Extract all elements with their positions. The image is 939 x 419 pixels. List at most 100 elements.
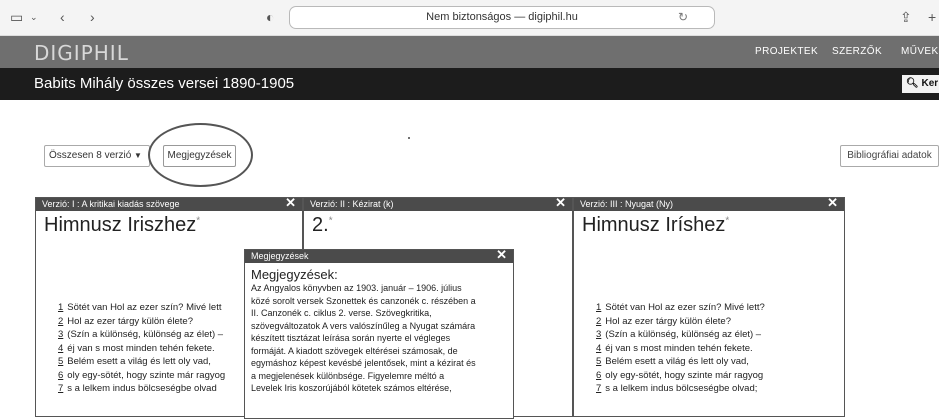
search-button[interactable]: 🔍︎ Ker <box>902 75 939 93</box>
poem-line: 7 s a lelkem indus bölcseségbe olvad; <box>596 382 765 396</box>
page-title: Babits Mihály összes versei 1890-1905 <box>34 75 295 92</box>
notes-body: Az Angyalos könyvben az 1903. január – 1… <box>245 282 513 395</box>
popup-header: Megjegyzések ✕ <box>245 248 513 263</box>
panel-header-label: Verzió: II : Kézirat (k) <box>310 199 394 209</box>
versions-select[interactable]: Összesen 8 verzió ▼ <box>44 145 150 167</box>
title-bar: Babits Mihály összes versei 1890-1905 🔍︎… <box>0 68 939 100</box>
bibliography-button[interactable]: Bibliográfiai adatok <box>840 145 939 167</box>
reload-icon[interactable]: ↻ <box>678 7 688 28</box>
poem-line: 4 éj van s most minden tehén fekete. <box>596 342 765 356</box>
notes-line: II. Canzonék c. ciklus 2. verse. Szövegk… <box>251 308 432 318</box>
notes-line: formáját. A kiadott szövegek eltérései s… <box>251 345 458 356</box>
poem-line: 3 (Szín a különség, különség az élet) – <box>596 328 765 342</box>
line-number[interactable]: 5 <box>596 356 601 367</box>
notes-line: a megjelenések különbsége. Figyelemre mé… <box>251 370 445 381</box>
line-number[interactable]: 2 <box>596 316 601 327</box>
line-number[interactable]: 2 <box>58 316 63 327</box>
notes-line: készített tisztázat leírása során nyerte… <box>251 333 451 343</box>
line-number[interactable]: 7 <box>58 383 63 394</box>
shield-icon[interactable]: ◐ <box>266 9 274 25</box>
address-bar[interactable]: Nem biztonságos — digiphil.hu ↻ <box>289 6 715 29</box>
poem-line: 1 Sötét van Hol az ezer szín? Mivé lett? <box>596 301 765 315</box>
panel-header-label: Verzió: I : A kritikai kiadás szövege <box>42 199 180 209</box>
notes-popup: Megjegyzések ✕ Megjegyzések: Az Angyalos … <box>244 248 514 419</box>
line-text: oly egy-sötét, hogy szinte már ragyog <box>605 369 764 381</box>
versions-label: Összesen 8 verzió <box>49 150 132 161</box>
asterisk-icon[interactable]: * <box>196 215 200 226</box>
browser-toolbar: ▭ ⌄ ‹ › ◐ Nem biztonságos — digiphil.hu … <box>0 0 939 36</box>
notes-line: egymáshoz képest kevésbé jelentősek, min… <box>251 358 476 368</box>
notes-heading: Megjegyzések: <box>251 267 338 282</box>
back-icon[interactable]: ‹ <box>60 9 65 25</box>
line-number[interactable]: 6 <box>596 370 601 381</box>
poem-line: 2 Hol az ezer tárgy külön élete? <box>596 315 765 329</box>
line-number[interactable]: 3 <box>58 329 63 340</box>
forward-icon[interactable]: › <box>90 9 95 25</box>
poem-line: 7 s a lelkem indus bölcseségbe olvad <box>58 382 225 396</box>
line-text: éj van s most minden tehén fekete. <box>605 342 753 354</box>
poem-line: 5 Belém esett a világ és lett oly vad, <box>58 355 225 369</box>
nav-authors[interactable]: SZERZŐK <box>832 46 882 57</box>
line-number[interactable]: 1 <box>596 302 601 313</box>
stray-dot <box>408 137 410 139</box>
line-text: (Szín a különség, különség az élet) – <box>67 329 224 340</box>
url-text: Nem biztonságos — digiphil.hu <box>426 11 578 23</box>
site-logo[interactable]: DIGIPHIL <box>34 41 129 65</box>
highlight-circle <box>148 123 253 187</box>
poem-line: 3 (Szín a különség, különség az élet) – <box>58 328 225 342</box>
line-number[interactable]: 7 <box>596 383 601 394</box>
poem-lines: 1 Sötét van Hol az ezer szín? Mivé lett 2 H… <box>58 301 225 396</box>
poem-title: Himnusz Iriszhez* <box>36 214 302 237</box>
poem-title: 2.* <box>304 214 572 237</box>
nav-works[interactable]: MŰVEK <box>901 46 939 57</box>
poem-line: 5 Belém esett a világ és lett oly vad, <box>596 355 765 369</box>
line-text: Hol az ezer tárgy külön élete? <box>67 315 193 327</box>
notes-line: szövegváltozatok A vers valószínűleg a N… <box>251 320 476 331</box>
close-icon[interactable]: ✕ <box>496 248 507 261</box>
line-number[interactable]: 4 <box>596 343 601 354</box>
poem-title: Himnusz Iríshez* <box>574 214 844 237</box>
line-text: éj van s most minden tehén fekete. <box>67 342 215 354</box>
panel-header: Verzió: III : Nyugat (Ny) ✕ <box>574 196 844 211</box>
notes-line: Az Angyalos könyvben az 1903. január – 1… <box>251 283 462 293</box>
poem-line: 1 Sötét van Hol az ezer szín? Mivé lett <box>58 301 225 315</box>
poem-line: 4 éj van s most minden tehén fekete. <box>58 342 225 356</box>
close-icon[interactable]: ✕ <box>827 196 838 209</box>
line-text: Sötét van Hol az ezer szín? Mivé lett? <box>605 302 765 313</box>
share-icon[interactable]: ⇪ <box>900 9 912 25</box>
sidebar-icon[interactable]: ▭ <box>10 9 23 25</box>
poem-line: 6 oly egy-sötét, hogy szinte már ragyog <box>596 369 765 383</box>
dropdown-arrow-icon: ▼ <box>134 151 142 160</box>
line-number[interactable]: 3 <box>596 329 601 340</box>
asterisk-icon[interactable]: * <box>329 215 333 226</box>
notes-line: Levelek Iris koszorújából kötetek számos… <box>251 383 452 393</box>
panel-header-label: Verzió: III : Nyugat (Ny) <box>580 199 674 209</box>
close-icon[interactable]: ✕ <box>285 196 296 209</box>
line-text: s a lelkem indus bölcseségbe olvad; <box>605 383 758 394</box>
close-icon[interactable]: ✕ <box>555 196 566 209</box>
line-number[interactable]: 1 <box>58 302 63 313</box>
new-tab-icon[interactable]: + <box>928 9 936 25</box>
line-text: s a lelkem indus bölcseségbe olvad <box>67 383 217 394</box>
line-number[interactable]: 4 <box>58 343 63 354</box>
notes-line: közé sorolt versek Szonettek és canzonék… <box>251 295 476 306</box>
line-number[interactable]: 5 <box>58 356 63 367</box>
site-header: DIGIPHIL PROJEKTEK SZERZŐK MŰVEK <box>0 36 939 68</box>
nav-projects[interactable]: PROJEKTEK <box>755 46 818 57</box>
poem-lines: 1 Sötét van Hol az ezer szín? Mivé lett? 2… <box>596 301 765 396</box>
line-number[interactable]: 6 <box>58 370 63 381</box>
poem-title-text: 2. <box>312 214 329 236</box>
line-text: Belém esett a világ és lett oly vad, <box>67 356 211 367</box>
poem-line: 6 oly egy-sötét, hogy szinte már ragyog <box>58 369 225 383</box>
poem-line: 2 Hol az ezer tárgy külön élete? <box>58 315 225 329</box>
line-text: Belém esett a világ és lett oly vad, <box>605 356 749 367</box>
poem-title-text: Himnusz Iriszhez <box>44 214 197 236</box>
search-icon: 🔍︎ <box>906 78 919 89</box>
panel-header: Verzió: II : Kézirat (k) ✕ <box>304 196 572 211</box>
version-panel-3: Verzió: III : Nyugat (Ny) ✕ Himnusz Irísh… <box>573 196 845 417</box>
chevron-down-icon[interactable]: ⌄ <box>30 9 38 25</box>
popup-header-label: Megjegyzések <box>251 251 309 261</box>
line-text: Hol az ezer tárgy külön élete? <box>605 315 731 327</box>
line-text: oly egy-sötét, hogy szinte már ragyog <box>67 369 226 381</box>
asterisk-icon[interactable]: * <box>725 215 729 226</box>
